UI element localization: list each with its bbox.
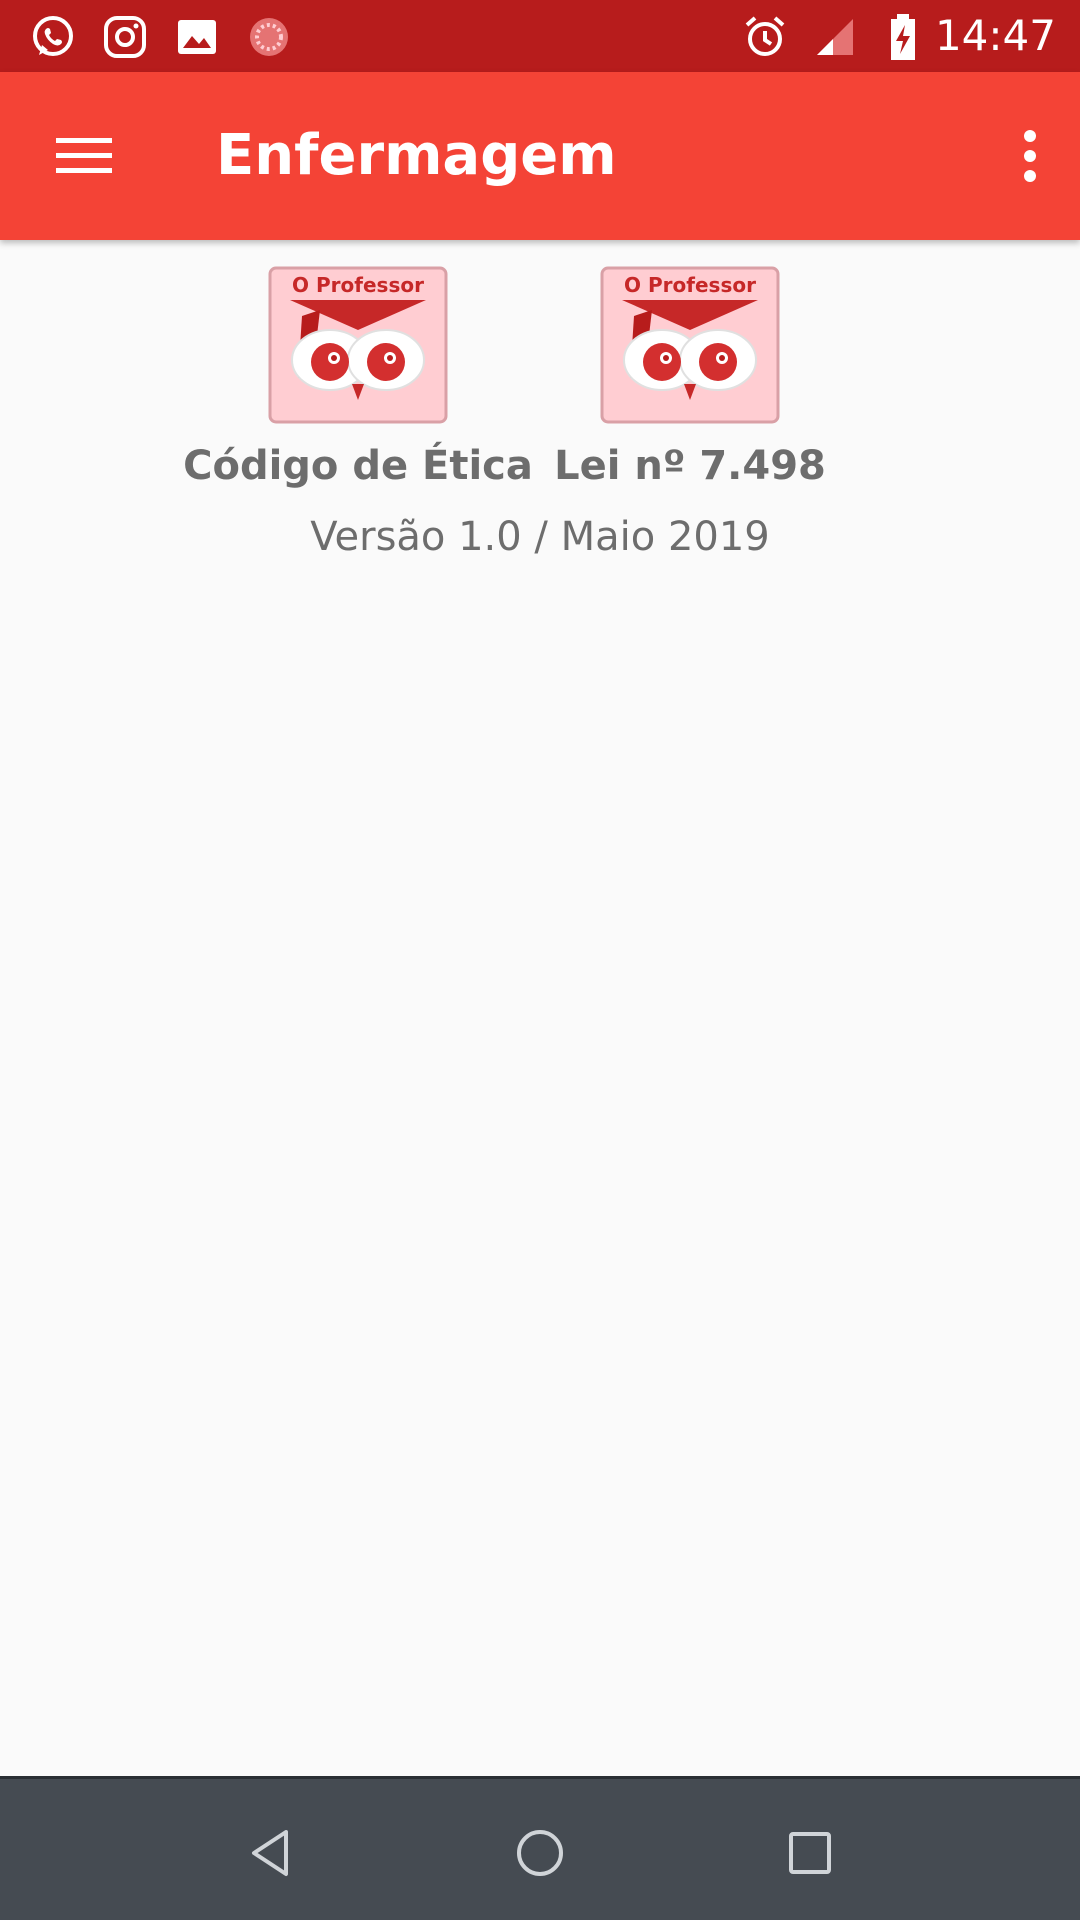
back-icon[interactable] (230, 1813, 310, 1893)
owl-professor-logo[interactable]: O Professor (268, 266, 448, 424)
more-vert-icon[interactable] (1000, 116, 1060, 196)
whatsapp-icon (28, 12, 78, 62)
logo-text: O Professor (292, 273, 424, 297)
hamburger-menu-icon[interactable] (40, 116, 128, 196)
owl-professor-logo[interactable]: O Professor (600, 266, 780, 424)
alarm-icon (740, 12, 790, 62)
status-time: 14:47 (934, 11, 1056, 60)
home-icon[interactable] (500, 1813, 580, 1893)
tile-label[interactable]: Lei nº 7.498 (490, 442, 890, 490)
recents-icon[interactable] (770, 1813, 850, 1893)
status-bar: 14:47 (0, 0, 1080, 72)
signal-icon (810, 12, 860, 62)
system-nav-bar (0, 1776, 1080, 1920)
app-bar: Enfermagem (0, 72, 1080, 240)
logo-text: O Professor (624, 273, 756, 297)
tile-lei-7498[interactable]: O Professor Lei nº 7.498 (490, 266, 890, 490)
battery-charging-icon (878, 12, 928, 62)
instagram-icon (100, 12, 150, 62)
loading-icon (244, 12, 294, 62)
version-text: Versão 1.0 / Maio 2019 (310, 514, 770, 560)
gallery-icon (172, 12, 222, 62)
app-title: Enfermagem (216, 123, 617, 188)
